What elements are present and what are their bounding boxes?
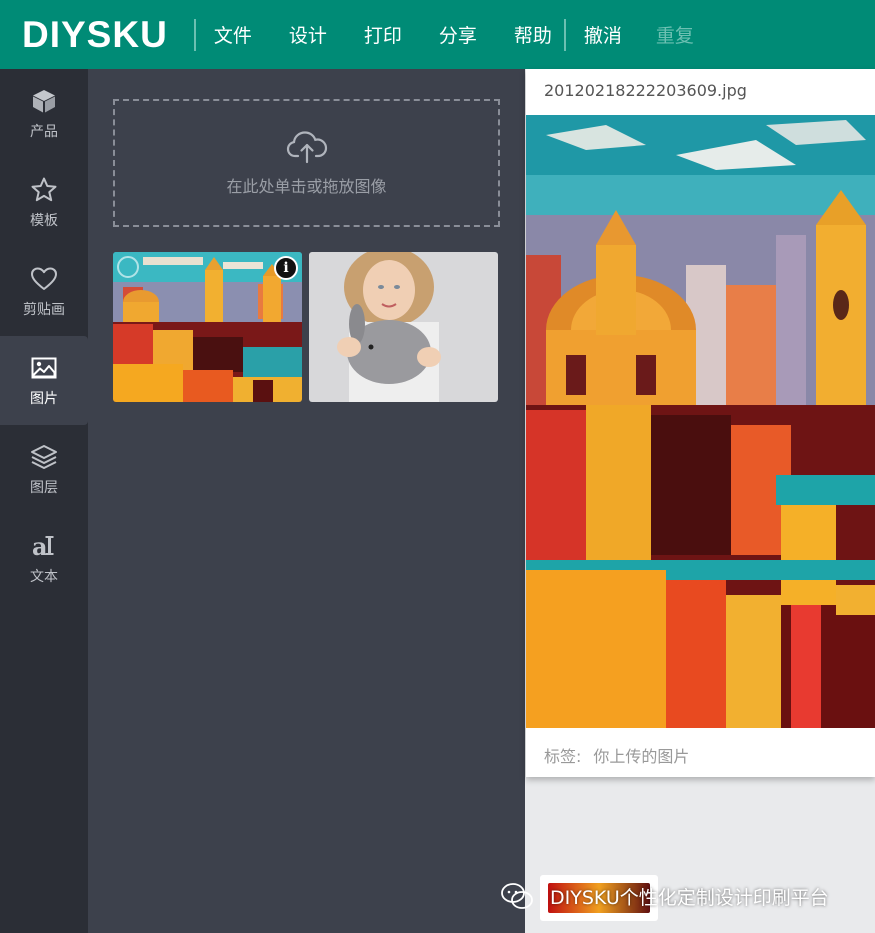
left-nav: 产品 模板 剪贴画 图片 图层 a 文本 xyxy=(0,69,88,933)
nav-label: 图片 xyxy=(30,390,58,407)
tag-row: 标签: 你上传的图片 xyxy=(544,743,701,767)
tag-label: 标签: xyxy=(544,747,582,766)
undo-button[interactable]: 撤消 xyxy=(584,21,622,48)
city-painting-preview xyxy=(526,115,875,728)
redo-button[interactable]: 重复 xyxy=(656,21,694,48)
nav-item-layers[interactable]: 图层 xyxy=(0,425,88,514)
nav-item-images[interactable]: 图片 xyxy=(0,336,88,425)
top-bar: DIYSKU 文件 设计 打印 分享 帮助 撤消 重复 xyxy=(0,0,875,69)
nav-item-clipart[interactable]: 剪贴画 xyxy=(0,247,88,336)
upload-dropzone[interactable]: 在此处单击或拖放图像 xyxy=(113,99,500,227)
text-icon: a xyxy=(32,532,54,560)
girl-rabbit-thumbnail xyxy=(309,252,498,402)
image-icon xyxy=(31,357,57,378)
image-panel: 在此处单击或拖放图像 i xyxy=(88,69,525,933)
info-icon[interactable]: i xyxy=(274,256,298,280)
star-icon xyxy=(31,177,57,201)
menu-share[interactable]: 分享 xyxy=(439,21,477,48)
menu-print[interactable]: 打印 xyxy=(364,21,402,48)
cloud-upload-icon xyxy=(286,131,327,164)
logo[interactable]: DIYSKU xyxy=(22,14,168,56)
nav-label: 剪贴画 xyxy=(23,301,65,318)
city-painting-thumbnail xyxy=(113,252,302,402)
svg-text:a: a xyxy=(32,532,48,560)
upload-text: 在此处单击或拖放图像 xyxy=(226,177,387,196)
watermark: DIYSKU个性化定制设计印刷平台 xyxy=(500,872,829,921)
tag-value: 你上传的图片 xyxy=(593,747,690,766)
image-preview xyxy=(526,115,875,728)
watermark-text: DIYSKU个性化定制设计印刷平台 xyxy=(550,886,829,909)
image-thumbnail-girl-rabbit[interactable] xyxy=(309,252,498,402)
image-preview-card: 20120218222203609.jpg 标签: 你上传的图片 xyxy=(526,69,875,777)
menu-help[interactable]: 帮助 xyxy=(514,21,552,48)
divider xyxy=(193,18,196,51)
image-filename: 20120218222203609.jpg xyxy=(544,81,747,100)
remove-icon[interactable] xyxy=(117,256,139,278)
cube-icon xyxy=(33,89,55,112)
wechat-icon xyxy=(501,883,533,909)
nav-label: 模板 xyxy=(30,212,58,229)
layers-icon xyxy=(31,444,57,469)
image-thumbnail-city[interactable]: i xyxy=(113,252,302,402)
divider xyxy=(563,18,566,51)
heart-icon xyxy=(31,267,57,290)
nav-item-templates[interactable]: 模板 xyxy=(0,158,88,247)
nav-item-products[interactable]: 产品 xyxy=(0,69,88,158)
menu-file[interactable]: 文件 xyxy=(214,21,252,48)
nav-item-text[interactable]: a 文本 xyxy=(0,514,88,603)
menu-design[interactable]: 设计 xyxy=(289,21,327,48)
nav-label: 图层 xyxy=(30,479,58,496)
nav-label: 产品 xyxy=(30,123,58,140)
nav-label: 文本 xyxy=(30,568,58,585)
